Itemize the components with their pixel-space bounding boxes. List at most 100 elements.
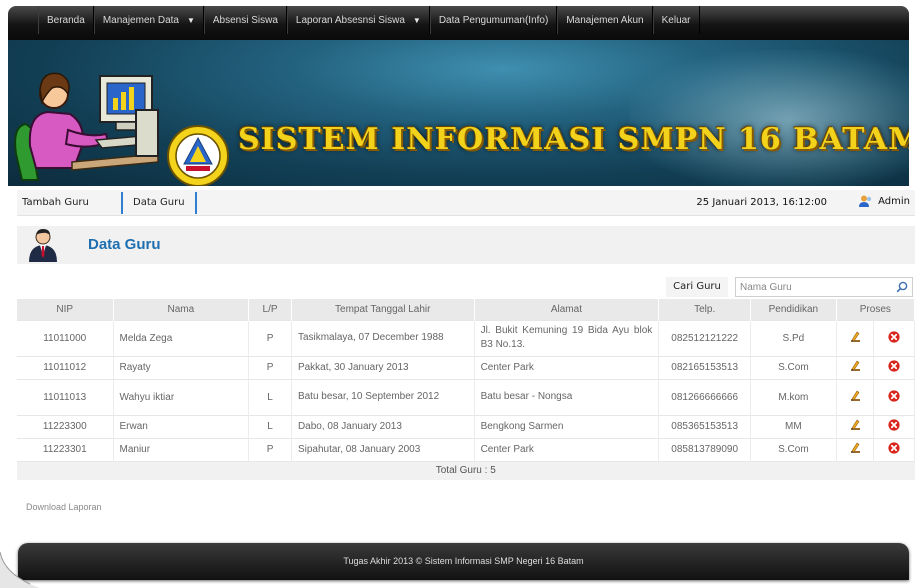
search-box [735,277,913,297]
edit-icon[interactable] [849,442,861,454]
cell-nama: Melda Zega [113,319,250,356]
cell-ttl: Sipahutar, 08 January 2003 [291,437,475,461]
nav-item-manajemen-akun[interactable]: Manajemen Akun [557,6,653,34]
cell-lp: P [248,319,292,356]
cell-ttl: Tasikmalaya, 07 December 1988 [291,319,475,356]
edit-icon[interactable] [849,360,861,372]
user-icon [859,195,872,207]
cell-delete [873,414,915,438]
table-row: 11223300 Erwan L Dabo, 08 January 2013 Bengk… [17,414,915,438]
cell-alamat: Bengkong Sarmen [474,414,660,438]
table-header: NIP Nama L/P Tempat Tanggal Lahir Alamat… [17,299,915,320]
tab-data-guru[interactable]: Data Guru [121,192,197,214]
chevron-down-icon: ▼ [186,15,195,25]
delete-icon[interactable] [888,419,900,431]
table-row: 11011012 Rayaty P Pakkat, 30 January 2013 Ce… [17,355,915,379]
cell-lp: P [248,437,292,461]
teacher-avatar-icon [29,229,57,262]
cell-lp: P [248,355,292,379]
cell-edit [836,414,875,438]
cell-nama: Wahyu iktiar [113,378,250,415]
page-heading-bar: Data Guru [17,226,915,264]
cell-ttl: Batu besar, 10 September 2012 [291,378,475,415]
banner-glow [629,50,909,186]
tab-tambah-guru[interactable]: Tambah Guru [22,192,118,214]
delete-icon[interactable] [888,330,900,343]
cell-alamat: Center Park [474,355,660,379]
delete-icon[interactable] [888,360,900,372]
column-header-ttl: Tempat Tanggal Lahir [291,299,475,320]
cell-nama: Maniur [113,437,250,461]
table-body: 11011000 Melda Zega P Tasikmalaya, 07 Decem… [17,319,915,461]
cell-telp: 082165153513 [658,355,752,379]
nav-item-absensi-siswa[interactable]: Absensi Siswa [203,6,287,34]
cell-delete [873,319,915,356]
nav-item-beranda[interactable]: Beranda [38,6,94,34]
data-guru-table: NIP Nama L/P Tempat Tanggal Lahir Alamat… [17,299,915,480]
nav-item-label: Absensi Siswa [212,14,278,26]
sub-navigation: Tambah Guru Data Guru 25 Januari 2013, 1… [17,190,915,216]
column-header-telp: Telp. [658,299,752,320]
nav-item-label: Manajemen Akun [566,14,644,26]
column-header-nip: NIP [17,299,114,320]
cell-edit [836,378,875,415]
admin-user-link[interactable]: Admin [859,195,910,207]
edit-icon[interactable] [849,390,861,402]
page: Beranda Manajemen Data ▼ Absensi Siswa Lapor… [0,0,915,588]
cell-nama: Rayaty [113,355,250,379]
nav-item-label: Beranda [47,14,85,26]
cell-edit [836,319,875,356]
cell-nip: 11011012 [17,355,114,379]
computer-user-clipart-icon [14,72,159,181]
cell-telp: 085813789090 [658,437,752,461]
school-logo-icon [167,125,229,186]
cell-delete [873,378,915,415]
cell-alamat: Jl. Bukit Kemuning 19 Bida Ayu blok B3 N… [474,319,660,356]
edit-icon[interactable] [849,331,861,343]
nav-menu: Beranda Manajemen Data ▼ Absensi Siswa Lapor… [8,6,909,34]
footer-bar: Tugas Akhir 2013 © Sistem Informasi SMP … [18,543,909,580]
delete-icon[interactable] [888,389,900,402]
cell-delete [873,355,915,379]
table-row: 11011000 Melda Zega P Tasikmalaya, 07 Decem… [17,319,915,356]
table-header-row: NIP Nama L/P Tempat Tanggal Lahir Alamat… [17,299,915,320]
download-laporan-link[interactable]: Download Laporan [26,502,102,512]
cell-nama: Erwan [113,414,250,438]
cell-alamat: Center Park [474,437,660,461]
cell-pendidikan: M.kom [750,378,837,415]
cell-nip: 11223301 [17,437,114,461]
table-row: 11223301 Maniur P Sipahutar, 08 January 200… [17,437,915,461]
cell-pendidikan: MM [750,414,837,438]
nav-item-data-pengumuman-info[interactable]: Data Pengumuman(Info) [429,6,558,34]
table-row: 11011013 Wahyu iktiar L Batu besar, 10 Sept… [17,378,915,415]
nav-item-laporan-absesnsi-siswa[interactable]: Laporan Absesnsi Siswa ▼ [286,6,430,34]
cell-ttl: Dabo, 08 January 2013 [291,414,475,438]
cell-delete [873,437,915,461]
column-header-nama: Nama [113,299,250,320]
search-input[interactable] [740,280,890,295]
page-curl-decoration [0,552,40,588]
cell-telp: 082512121222 [658,319,752,356]
table-footer-row: Total Guru : 5 [17,460,915,480]
column-header-pendidikan: Pendidikan [750,299,837,320]
cell-ttl: Pakkat, 30 January 2013 [291,355,475,379]
cell-telp: 085365153513 [658,414,752,438]
edit-icon[interactable] [849,419,861,431]
nav-item-manajemen-data[interactable]: Manajemen Data ▼ [93,6,204,34]
delete-icon[interactable] [888,442,900,454]
column-header-alamat: Alamat [474,299,660,320]
cell-lp: L [248,378,292,415]
chevron-down-icon: ▼ [412,15,421,25]
nav-item-keluar[interactable]: Keluar [652,6,700,34]
banner-title: SISTEM INFORMASI SMPN 16 BATAM [238,122,909,157]
cell-pendidikan: S.Com [750,437,837,461]
page-title: Data Guru [88,236,161,253]
total-guru-label: Total Guru : 5 [17,460,915,480]
cell-telp: 081266666666 [658,378,752,415]
top-navigation-bar: Beranda Manajemen Data ▼ Absensi Siswa Lapor… [8,6,909,40]
cell-edit [836,437,875,461]
footer-text: Tugas Akhir 2013 © Sistem Informasi SMP … [343,556,584,566]
search-icon[interactable] [896,281,908,293]
cell-pendidikan: S.Pd [750,319,837,356]
nav-item-label: Keluar [661,14,691,26]
